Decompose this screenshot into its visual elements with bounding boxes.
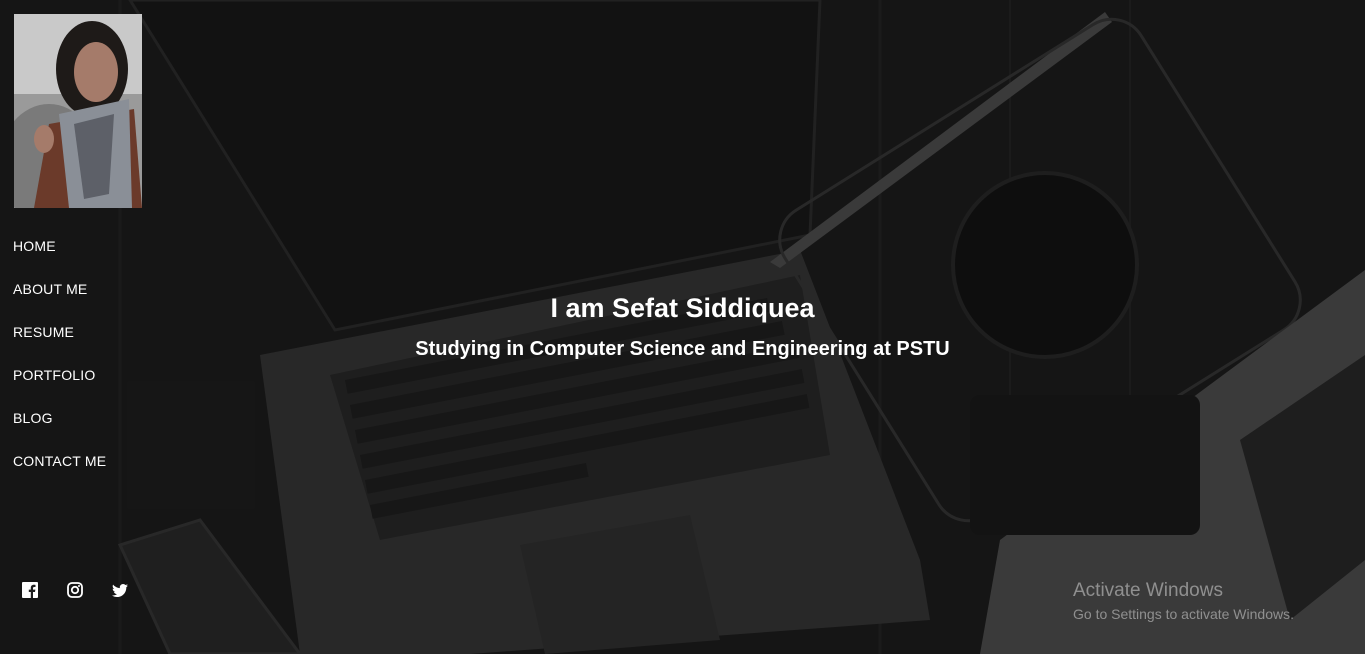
nav-link-blog[interactable]: BLOG: [13, 410, 53, 426]
nav-link-contact[interactable]: CONTACT ME: [13, 453, 106, 469]
activation-watermark: Activate Windows Go to Settings to activ…: [1073, 580, 1294, 624]
twitter-icon[interactable]: [112, 582, 128, 598]
nav-link-home[interactable]: HOME: [13, 238, 56, 254]
page: HOME ABOUT ME RESUME PORTFOLIO BLOG CONT…: [0, 0, 1365, 654]
social-links: [22, 582, 128, 598]
instagram-icon[interactable]: [67, 582, 83, 598]
watermark-title: Activate Windows: [1073, 580, 1223, 601]
hero-title: I am Sefat Siddiquea: [550, 293, 815, 323]
nav-item-home: HOME: [13, 236, 106, 279]
nav-item-contact: CONTACT ME: [13, 451, 106, 494]
hero: I am Sefat Siddiquea Studying in Compute…: [0, 290, 1365, 362]
profile-photo: [14, 14, 142, 208]
nav-link-portfolio[interactable]: PORTFOLIO: [13, 367, 95, 383]
facebook-icon[interactable]: [22, 582, 38, 598]
main-nav: HOME ABOUT ME RESUME PORTFOLIO BLOG CONT…: [13, 236, 106, 494]
nav-item-portfolio: PORTFOLIO: [13, 365, 106, 408]
hero-subtitle: Studying in Computer Science and Enginee…: [415, 338, 950, 360]
watermark-subtitle: Go to Settings to activate Windows.: [1073, 606, 1294, 622]
nav-item-blog: BLOG: [13, 408, 106, 451]
